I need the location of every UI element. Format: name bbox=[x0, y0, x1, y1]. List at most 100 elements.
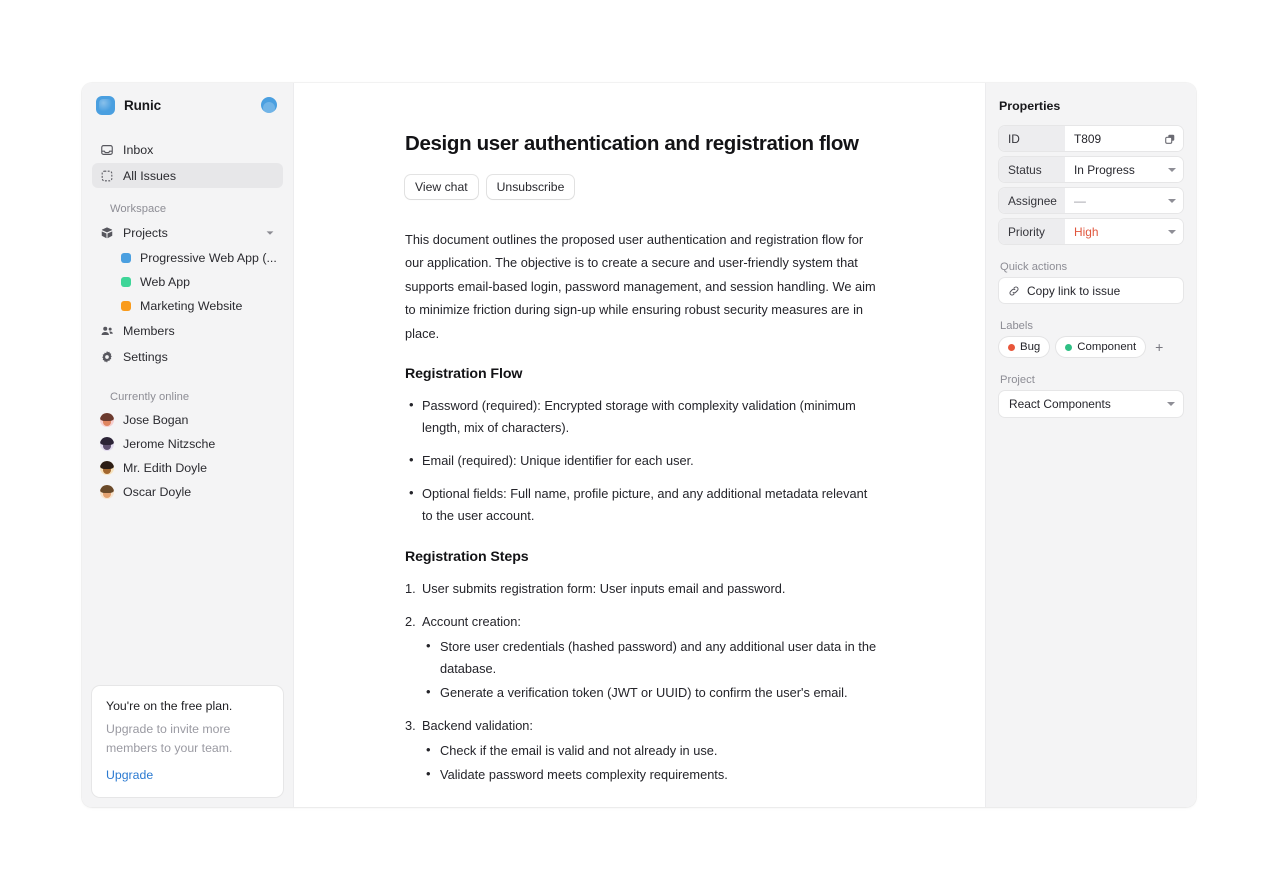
list-item: Email (required): Unique identifier for … bbox=[405, 449, 880, 472]
sidebar-item-projects[interactable]: Projects bbox=[92, 220, 283, 245]
label-chip-bug[interactable]: Bug bbox=[999, 337, 1050, 357]
properties-panel: Properties ID T809 Status In Progress As… bbox=[985, 83, 1196, 807]
list-item: Password (required): Encrypted storage w… bbox=[405, 394, 880, 439]
free-plan-card: You're on the free plan. Upgrade to invi… bbox=[92, 685, 283, 797]
chevron-down-icon[interactable] bbox=[1168, 229, 1176, 234]
sidebar-item-label: Inbox bbox=[123, 142, 154, 157]
list-item: Backend validation: Check if the email i… bbox=[405, 715, 880, 786]
sidebar-item-label: Members bbox=[123, 323, 175, 338]
property-value-text: T809 bbox=[1074, 131, 1102, 146]
project-label: Web App bbox=[140, 275, 191, 289]
project-select[interactable]: React Components bbox=[999, 391, 1183, 417]
link-icon bbox=[1009, 286, 1019, 295]
currently-online-label: Currently online bbox=[110, 391, 190, 403]
sidebar-nav: Inbox All Issues Workspace Projects Prog… bbox=[82, 127, 293, 504]
registration-flow-heading: Registration Flow bbox=[405, 366, 523, 383]
sidebar-item-settings[interactable]: Settings bbox=[92, 344, 283, 369]
avatar bbox=[100, 461, 114, 475]
project-label: Progressive Web App (... bbox=[140, 251, 277, 265]
unsubscribe-button[interactable]: Unsubscribe bbox=[486, 174, 575, 199]
project-label: Marketing Website bbox=[140, 299, 243, 313]
sidebar-item-label: All Issues bbox=[123, 168, 177, 183]
sidebar-item-all-issues[interactable]: All Issues bbox=[92, 163, 283, 188]
page-title: Design user authentication and registrat… bbox=[405, 132, 859, 155]
sidebar-item-label: Settings bbox=[123, 349, 168, 364]
label-chip-text: Bug bbox=[1020, 341, 1041, 353]
label-color-dot bbox=[1065, 343, 1073, 351]
sidebar: Runic Inbox All Issues Workspace Project… bbox=[82, 83, 293, 807]
chevron-down-icon[interactable] bbox=[265, 228, 275, 238]
brand-logo-icon bbox=[96, 95, 115, 115]
list-item: Store user credentials (hashed password)… bbox=[422, 635, 880, 680]
add-label-button[interactable]: + bbox=[1152, 340, 1166, 354]
online-user-name: Jerome Nitzsche bbox=[123, 437, 216, 451]
sidebar-item-inbox[interactable]: Inbox bbox=[92, 137, 283, 162]
plan-title: You're on the free plan. bbox=[106, 698, 233, 713]
property-value-assignee[interactable]: — bbox=[1065, 188, 1183, 213]
label-chip-component[interactable]: Component bbox=[1056, 337, 1146, 357]
project-item-web-app[interactable]: Web App bbox=[92, 270, 283, 294]
properties-list: ID T809 Status In Progress Assignee — Pr… bbox=[999, 126, 1183, 244]
step-text: User submits registration form: User inp… bbox=[422, 581, 786, 597]
property-key: Assignee bbox=[999, 188, 1065, 213]
brand-name: Runic bbox=[124, 97, 162, 113]
chevron-down-icon[interactable] bbox=[1168, 198, 1176, 203]
user-avatar[interactable] bbox=[261, 97, 277, 113]
online-user-name: Mr. Edith Doyle bbox=[123, 461, 208, 475]
sidebar-header: Runic bbox=[82, 83, 293, 127]
list-item: User submits registration form: User inp… bbox=[405, 578, 880, 600]
list-item: Account creation: Store user credentials… bbox=[405, 611, 880, 704]
sidebar-item-members[interactable]: Members bbox=[92, 318, 283, 343]
property-value-text: — bbox=[1074, 193, 1086, 208]
copy-link-to-issue-button[interactable]: Copy link to issue bbox=[999, 278, 1183, 303]
registration-flow-list: Password (required): Encrypted storage w… bbox=[405, 394, 880, 527]
avatar bbox=[100, 413, 114, 427]
property-row-id: ID T809 bbox=[999, 126, 1183, 151]
view-chat-button[interactable]: View chat bbox=[405, 174, 478, 199]
chevron-down-icon[interactable] bbox=[1167, 402, 1175, 406]
step-text: Account creation: bbox=[422, 614, 521, 630]
registration-steps-list: User submits registration form: User inp… bbox=[405, 578, 880, 786]
step-text: Backend validation: bbox=[422, 718, 533, 734]
document-actions: View chat Unsubscribe bbox=[405, 174, 880, 199]
projects-box-icon bbox=[100, 226, 114, 240]
label-color-dot bbox=[1008, 343, 1015, 351]
inbox-icon bbox=[100, 143, 114, 157]
copy-icon[interactable] bbox=[1164, 133, 1176, 145]
labels-label: Labels bbox=[1000, 320, 1033, 332]
list-item: Generate a verification token (JWT or UU… bbox=[422, 681, 880, 704]
gear-icon bbox=[100, 350, 114, 364]
step-sublist: Check if the email is valid and not alre… bbox=[422, 739, 880, 786]
project-item-progressive-web-app[interactable]: Progressive Web App (... bbox=[92, 246, 283, 270]
property-value-id[interactable]: T809 bbox=[1065, 126, 1183, 151]
registration-steps-heading: Registration Steps bbox=[405, 549, 529, 566]
upgrade-link[interactable]: Upgrade bbox=[106, 768, 153, 782]
avatar bbox=[100, 437, 114, 451]
online-user-name: Jose Bogan bbox=[123, 413, 189, 427]
all-issues-icon bbox=[100, 169, 114, 183]
online-user-mr-edith-doyle[interactable]: Mr. Edith Doyle bbox=[92, 456, 283, 480]
online-user-jerome-nitzsche[interactable]: Jerome Nitzsche bbox=[92, 432, 283, 456]
project-label: Project bbox=[1000, 374, 1035, 386]
step-sublist: Store user credentials (hashed password)… bbox=[422, 635, 880, 704]
chevron-down-icon[interactable] bbox=[1168, 167, 1176, 172]
property-key: Priority bbox=[999, 219, 1065, 244]
main-content: Design user authentication and registrat… bbox=[293, 83, 985, 807]
online-user-jose-bogan[interactable]: Jose Bogan bbox=[92, 408, 283, 432]
property-value-priority[interactable]: High bbox=[1065, 219, 1183, 244]
project-item-marketing-website[interactable]: Marketing Website bbox=[92, 294, 283, 318]
property-key: ID bbox=[999, 126, 1065, 151]
property-value-text: In Progress bbox=[1074, 162, 1135, 177]
property-row-status: Status In Progress bbox=[999, 157, 1183, 182]
project-color-dot bbox=[121, 301, 131, 311]
property-row-priority: Priority High bbox=[999, 219, 1183, 244]
intro-paragraph: This document outlines the proposed user… bbox=[405, 231, 876, 341]
online-user-oscar-doyle[interactable]: Oscar Doyle bbox=[92, 480, 283, 504]
copy-link-label: Copy link to issue bbox=[1027, 283, 1121, 298]
list-item: Optional fields: Full name, profile pict… bbox=[405, 482, 880, 527]
members-icon bbox=[100, 324, 114, 338]
document-body: Design user authentication and registrat… bbox=[405, 83, 880, 807]
quick-actions-label: Quick actions bbox=[1000, 261, 1068, 273]
property-key: Status bbox=[999, 157, 1065, 182]
property-value-status[interactable]: In Progress bbox=[1065, 157, 1183, 182]
